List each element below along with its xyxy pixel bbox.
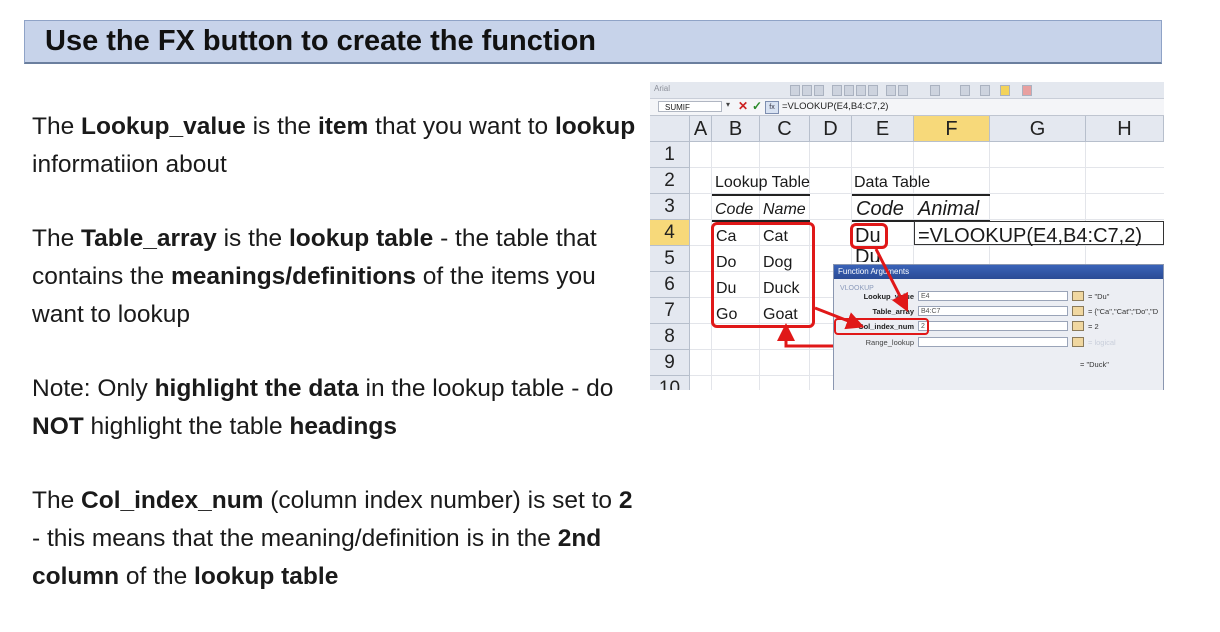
text-run: (column index number) is set to	[263, 487, 619, 514]
bold-term: NOT	[32, 413, 84, 440]
text-run: - this means that the meaning/definition…	[32, 525, 558, 552]
bold-term: headings	[289, 413, 397, 440]
paragraph-col-index: The Col_index_num (column index number) …	[32, 482, 642, 596]
bold-term: lookup table	[288, 225, 434, 252]
text-run: is the	[216, 225, 289, 252]
title-bar: Use the FX button to create the function	[24, 20, 1162, 64]
paragraph-lookup-value: The Lookup_value is the item that you wa…	[32, 108, 642, 184]
text-run: that you want to	[368, 113, 555, 140]
bold-term: lookup	[554, 113, 636, 140]
text-run: in the lookup table - do	[358, 375, 614, 402]
arrow-lookup-value	[874, 248, 909, 313]
bold-term: lookup table	[194, 563, 339, 590]
paragraph-note: Note: Only highlight the data in the loo…	[32, 370, 642, 446]
bold-term: Col_index_num	[81, 487, 264, 514]
bold-term: meanings/definitions	[170, 263, 416, 290]
excel-screenshot: Arial SUMIF ▾ ✕ ✓ fx =VLOOKUP(E4,B4:C7,2…	[650, 82, 1164, 390]
arrow-table-array	[814, 306, 865, 330]
page-title: Use the FX button to create the function	[45, 25, 597, 57]
annotation-arrows	[777, 248, 909, 348]
text-run: highlight the table	[83, 413, 290, 440]
arrow-col-index	[777, 323, 833, 348]
bold-term: Table_array	[81, 225, 217, 252]
text-run: The	[32, 487, 82, 514]
text-run: of the	[119, 563, 195, 590]
bold-term: highlight the data	[154, 375, 359, 402]
text-run: The	[32, 225, 82, 252]
paragraph-table-array: The Table_array is the lookup table - th…	[32, 220, 642, 334]
bold-term: 2	[618, 487, 633, 514]
text-run: is the	[245, 113, 318, 140]
bold-term: item	[317, 113, 369, 140]
text-run: informatiion about	[32, 151, 227, 178]
explanation-text: The Lookup_value is the item that you wa…	[32, 108, 642, 632]
text-run: Note: Only	[32, 375, 155, 402]
bold-term: Lookup_value	[81, 113, 246, 140]
text-run: The	[32, 113, 82, 140]
